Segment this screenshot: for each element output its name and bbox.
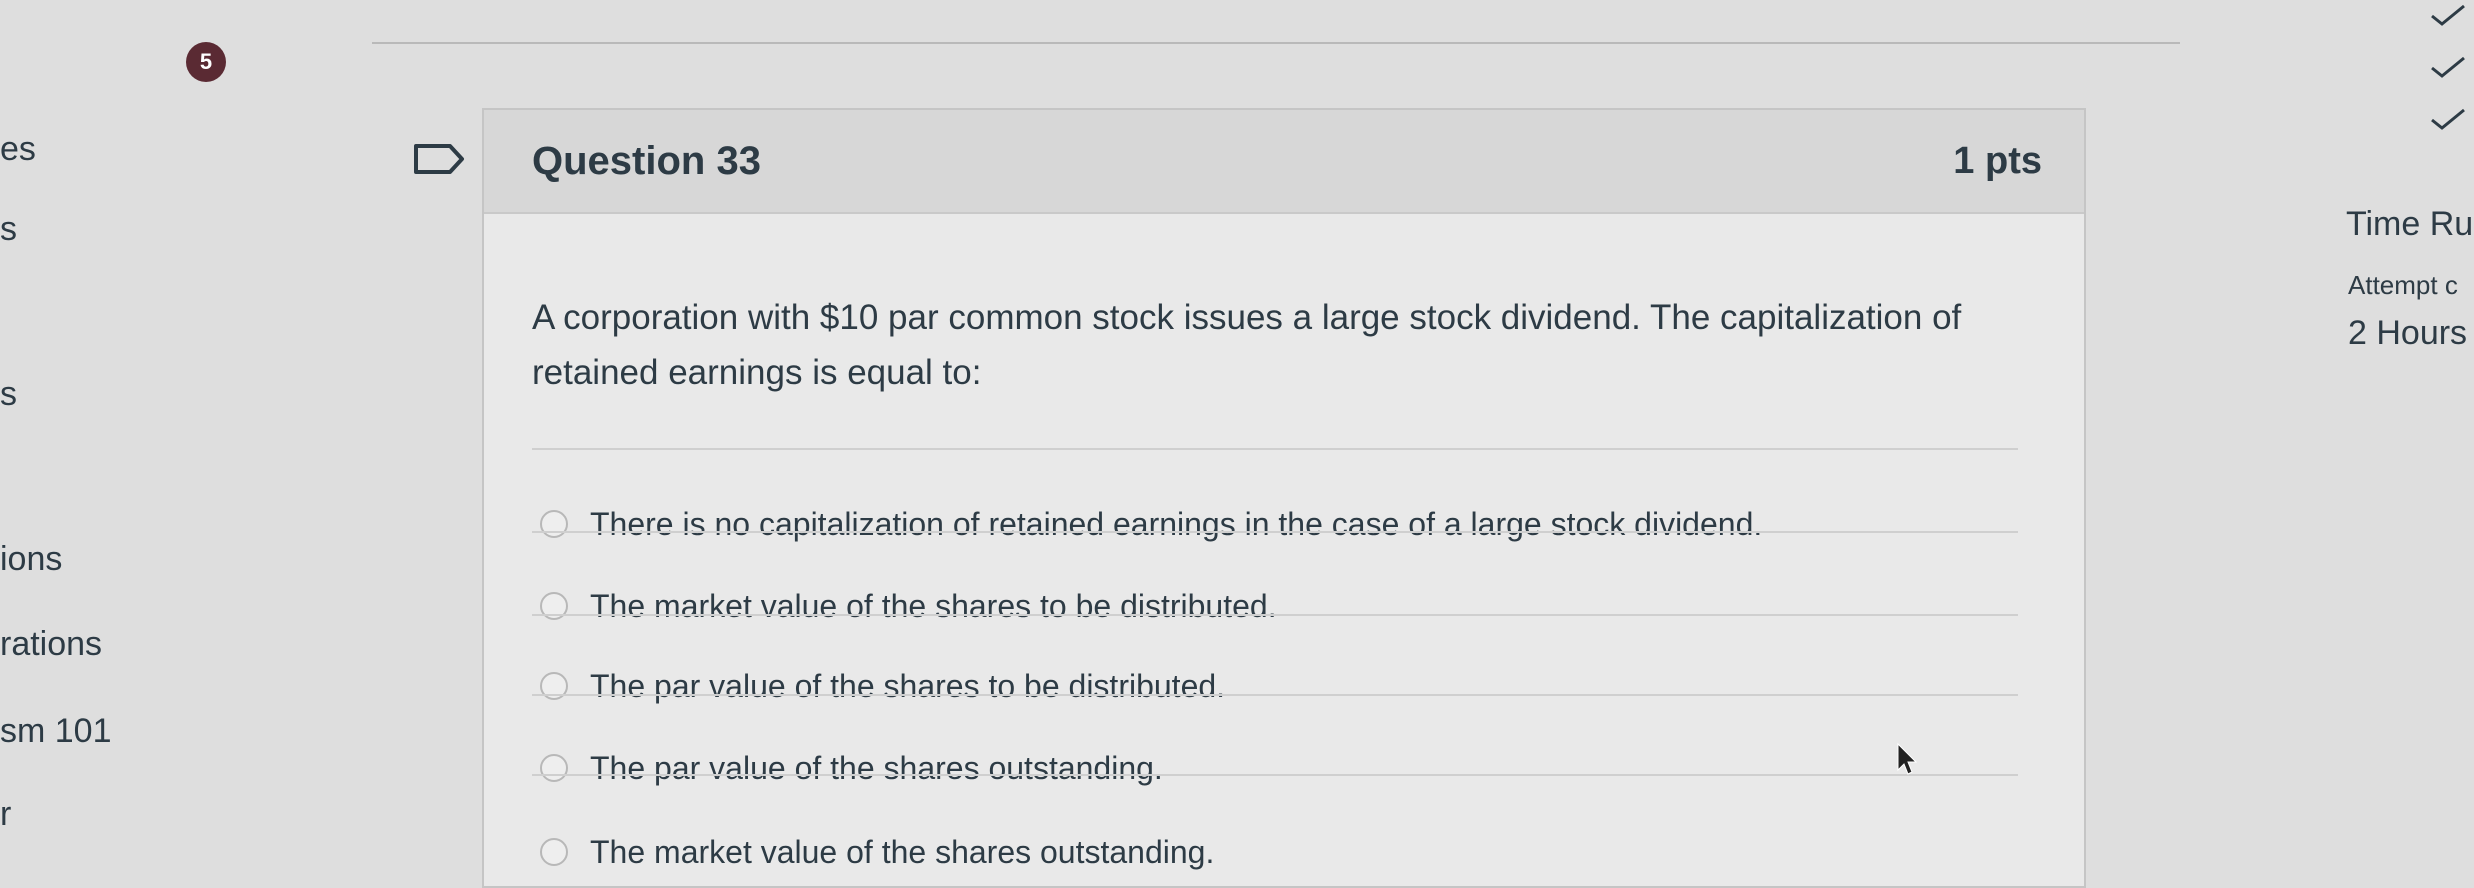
answer-separator: [532, 694, 2018, 696]
sidebar-item-7[interactable]: r: [0, 795, 11, 834]
cursor-icon: [1897, 742, 1918, 775]
time-remaining: 2 Hours: [2348, 314, 2468, 352]
answer-option-1[interactable]: There is no capitalization of retained e…: [540, 494, 1762, 554]
sidebar-item-4[interactable]: ions: [0, 540, 62, 579]
answer-label: The market value of the shares to be dis…: [590, 587, 1277, 624]
sidebar-item-1[interactable]: es: [0, 130, 36, 169]
question-text: A corporation with $10 par common stock …: [532, 298, 1962, 392]
sidebar-item-5[interactable]: rations: [0, 625, 102, 664]
answer-label: The par value of the shares to be distri…: [590, 667, 1226, 704]
time-running-label: Time Ru: [2346, 205, 2474, 243]
radio-button[interactable]: [540, 754, 568, 782]
answer-separator: [532, 531, 2018, 533]
progress-badge: 5: [186, 42, 226, 82]
attempt-label: Attempt c: [2348, 270, 2458, 300]
answer-separator: [532, 614, 2018, 616]
answer-label: The market value of the shares outstandi…: [590, 833, 1215, 870]
left-nav: es s s ions rations sm 101 r: [0, 0, 160, 874]
answer-label: The par value of the shares outstanding.: [590, 749, 1163, 786]
sidebar-item-2[interactable]: s: [0, 210, 17, 249]
answer-option-4[interactable]: The par value of the shares outstanding.: [540, 738, 1163, 798]
radio-button[interactable]: [540, 510, 568, 538]
answer-option-5[interactable]: The market value of the shares outstandi…: [540, 822, 1214, 882]
answer-separator: [532, 774, 2018, 776]
answer-label: There is no capitalization of retained e…: [590, 505, 1763, 542]
top-divider: [372, 42, 2180, 44]
check-icon: [2431, 4, 2465, 26]
sidebar-item-6[interactable]: sm 101: [0, 712, 112, 751]
answer-option-3[interactable]: The par value of the shares to be distri…: [540, 656, 1225, 716]
flag-icon[interactable]: [412, 142, 466, 176]
question-header: Question 33 1 pts: [484, 110, 2084, 214]
answer-option-2[interactable]: The market value of the shares to be dis…: [540, 576, 1277, 636]
question-title: Question 33: [532, 138, 761, 183]
question-card: Question 33 1 pts A corporation with $10…: [482, 108, 2086, 888]
answer-separator-top: [532, 448, 2018, 450]
question-points: 1 pts: [1953, 139, 2042, 182]
check-icon: [2431, 56, 2465, 78]
sidebar-item-3[interactable]: s: [0, 375, 17, 414]
radio-button[interactable]: [540, 838, 568, 866]
check-icon: [2431, 108, 2465, 130]
